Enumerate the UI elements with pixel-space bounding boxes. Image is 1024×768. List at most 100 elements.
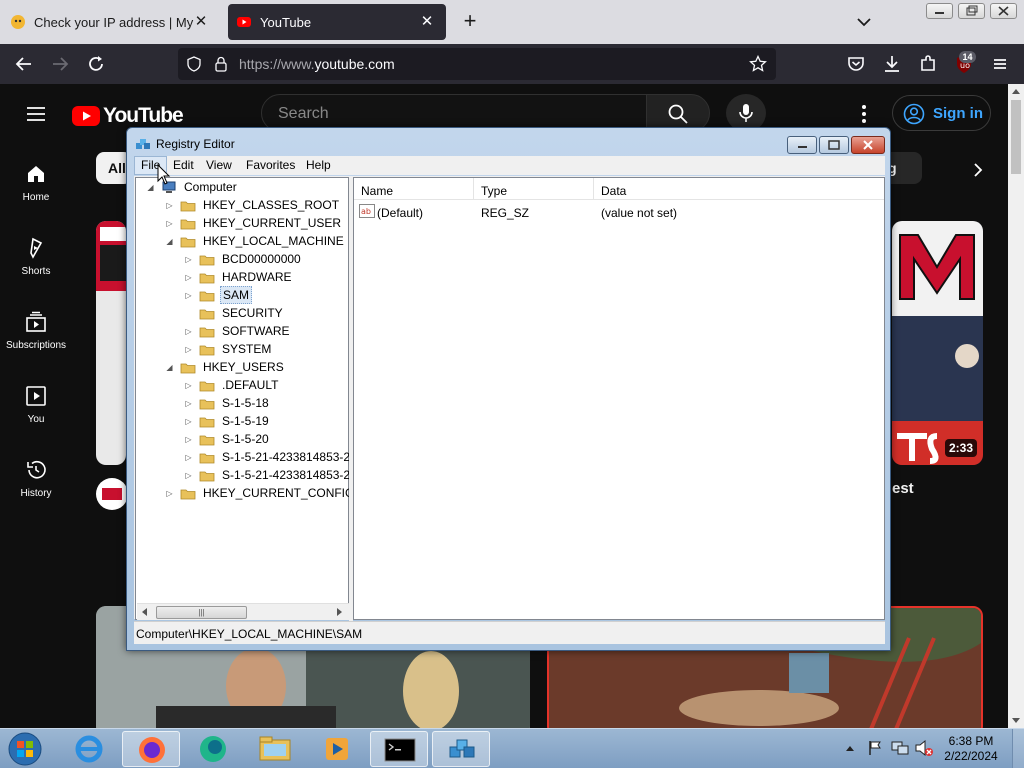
- expand-arrow-icon[interactable]: ▷: [165, 489, 174, 498]
- extensions-button[interactable]: [916, 52, 940, 76]
- taskbar-registry-editor[interactable]: [432, 731, 490, 767]
- expand-arrow-icon[interactable]: ▷: [184, 471, 193, 480]
- expand-arrow-icon[interactable]: ▷: [184, 273, 193, 282]
- restore-window-button[interactable]: [958, 3, 985, 19]
- regedit-minimize-button[interactable]: [787, 136, 817, 154]
- tree-horizontal-scrollbar[interactable]: |||: [137, 603, 349, 620]
- sidebar-item-home[interactable]: Home: [0, 162, 72, 203]
- new-tab-button[interactable]: +: [458, 10, 482, 34]
- video-thumbnail-sports[interactable]: 2:33: [892, 221, 983, 465]
- video-title-partial[interactable]: est: [892, 480, 914, 497]
- downloads-button[interactable]: [880, 52, 904, 76]
- channel-avatar[interactable]: [96, 478, 128, 510]
- sidebar-item-history[interactable]: History: [0, 458, 72, 499]
- tab-myip[interactable]: Check your IP address | MyIP.co ✕: [0, 4, 220, 40]
- start-button[interactable]: [2, 731, 48, 767]
- tracking-shield-icon[interactable]: [186, 56, 202, 72]
- expand-arrow-icon[interactable]: ▷: [184, 453, 193, 462]
- sidebar-item-you[interactable]: You: [0, 384, 72, 425]
- regedit-maximize-button[interactable]: [819, 136, 849, 154]
- expand-arrow-icon[interactable]: ▷: [184, 417, 193, 426]
- volume-muted-icon[interactable]: [914, 739, 934, 757]
- tab-youtube[interactable]: YouTube ✕: [228, 4, 446, 40]
- home-icon: [28, 166, 44, 182]
- youtube-menu-icon[interactable]: [24, 102, 48, 126]
- expand-arrow-icon[interactable]: ▷: [184, 399, 193, 408]
- youtube-logo[interactable]: YouTube: [72, 104, 184, 128]
- close-tab-icon[interactable]: ✕: [418, 13, 436, 31]
- news-thumbnail-art: [96, 221, 126, 291]
- lock-icon[interactable]: [213, 55, 229, 73]
- taskbar-internet-explorer[interactable]: [60, 731, 118, 767]
- column-header-type[interactable]: Type: [474, 178, 594, 200]
- menu-edit[interactable]: Edit: [173, 158, 194, 172]
- tree-node[interactable]: ▷ S-1-5-21-4233814853-226: [184, 448, 365, 466]
- close-tab-icon[interactable]: ✕: [192, 13, 210, 31]
- expand-arrow-icon[interactable]: ▷: [165, 219, 174, 228]
- expand-arrow-icon[interactable]: ▷: [184, 255, 193, 264]
- settings-button[interactable]: [854, 102, 874, 126]
- expand-arrow-icon[interactable]: ▷: [184, 327, 193, 336]
- collapse-arrow-icon[interactable]: ◢: [165, 363, 174, 372]
- page-scrollbar[interactable]: [1008, 84, 1024, 728]
- tree-node[interactable]: SECURITY: [184, 304, 285, 322]
- tree-scroll-thumb[interactable]: |||: [156, 606, 247, 619]
- expand-arrow-icon[interactable]: ▷: [184, 381, 193, 390]
- tree-node[interactable]: ▷ S-1-5-21-4233814853-226: [184, 466, 365, 484]
- show-hidden-icons-icon[interactable]: [844, 743, 856, 753]
- sidebar-item-subscriptions[interactable]: Subscriptions: [0, 310, 72, 351]
- regedit-close-button[interactable]: [851, 136, 885, 154]
- chips-next-button[interactable]: [966, 158, 990, 182]
- app-menu-button[interactable]: [988, 52, 1012, 76]
- taskbar-firefox[interactable]: [122, 731, 180, 767]
- taskbar-file-explorer[interactable]: [246, 731, 304, 767]
- collapse-arrow-icon[interactable]: ◢: [165, 237, 174, 246]
- tree-node[interactable]: ▷ HKEY_CURRENT_USER: [165, 214, 343, 232]
- menu-favorites[interactable]: Favorites: [246, 158, 295, 172]
- tree-node[interactable]: ▷ HKEY_CURRENT_CONFIG: [165, 484, 356, 502]
- taskbar-command-prompt[interactable]: [370, 731, 428, 767]
- taskbar-green-app[interactable]: [184, 731, 242, 767]
- registry-values-list[interactable]: Name Type Data ab (Default) REG_SZ (valu…: [353, 177, 885, 620]
- expand-arrow-icon[interactable]: ▷: [165, 201, 174, 210]
- tree-node[interactable]: ▷ SOFTWARE: [184, 322, 292, 340]
- column-header-data[interactable]: Data: [594, 178, 884, 200]
- forward-button[interactable]: [48, 52, 72, 76]
- tree-node[interactable]: ▷ BCD00000000: [184, 250, 303, 268]
- reload-button[interactable]: [84, 52, 108, 76]
- tree-node[interactable]: ▷ HARDWARE: [184, 268, 294, 286]
- pocket-button[interactable]: [844, 52, 868, 76]
- video-thumbnail-live-news[interactable]: [96, 221, 126, 465]
- tree-node[interactable]: ▷ HKEY_CLASSES_ROOT: [165, 196, 341, 214]
- tree-node[interactable]: ▷ S-1-5-19: [184, 412, 271, 430]
- list-all-tabs-button[interactable]: [852, 10, 876, 34]
- collapse-arrow-icon[interactable]: ◢: [146, 183, 155, 192]
- show-desktop-button[interactable]: [1012, 729, 1024, 768]
- column-header-name[interactable]: Name: [354, 178, 474, 200]
- tree-node[interactable]: ▷ S-1-5-20: [184, 430, 271, 448]
- expand-arrow-icon[interactable]: ▷: [184, 435, 193, 444]
- bookmark-star-icon[interactable]: [749, 55, 767, 73]
- back-button[interactable]: [12, 52, 36, 76]
- menu-view[interactable]: View: [206, 158, 232, 172]
- network-icon[interactable]: [890, 739, 910, 757]
- tree-node[interactable]: ▷ .DEFAULT: [184, 376, 280, 394]
- expand-arrow-icon[interactable]: ▷: [184, 345, 193, 354]
- expand-arrow-icon[interactable]: ▷: [184, 291, 193, 300]
- address-bar[interactable]: https://www.youtube.com: [178, 48, 776, 80]
- menu-help[interactable]: Help: [306, 158, 331, 172]
- registry-tree[interactable]: ◢ Computer ▷ HKEY_CLASSES_ROOT ▷ HKEY_CURRENT…: [135, 177, 363, 620]
- tree-node[interactable]: ◢ HKEY_USERS: [165, 358, 286, 376]
- taskbar-media-player[interactable]: [308, 731, 366, 767]
- page-scroll-thumb[interactable]: [1011, 100, 1021, 174]
- action-center-flag-icon[interactable]: [866, 739, 884, 757]
- sign-in-button[interactable]: Sign in: [892, 95, 991, 131]
- system-clock[interactable]: 6:38 PM 2/22/2024: [936, 734, 1006, 764]
- tree-node[interactable]: ▷ S-1-5-18: [184, 394, 271, 412]
- tree-node[interactable]: ◢ HKEY_LOCAL_MACHINE: [165, 232, 346, 250]
- minimize-window-button[interactable]: [926, 3, 953, 19]
- sidebar-item-shorts[interactable]: Shorts: [0, 236, 72, 277]
- tree-node[interactable]: ▷ SAM: [184, 286, 253, 304]
- tree-node[interactable]: ▷ SYSTEM: [184, 340, 273, 358]
- close-window-button[interactable]: [990, 3, 1017, 19]
